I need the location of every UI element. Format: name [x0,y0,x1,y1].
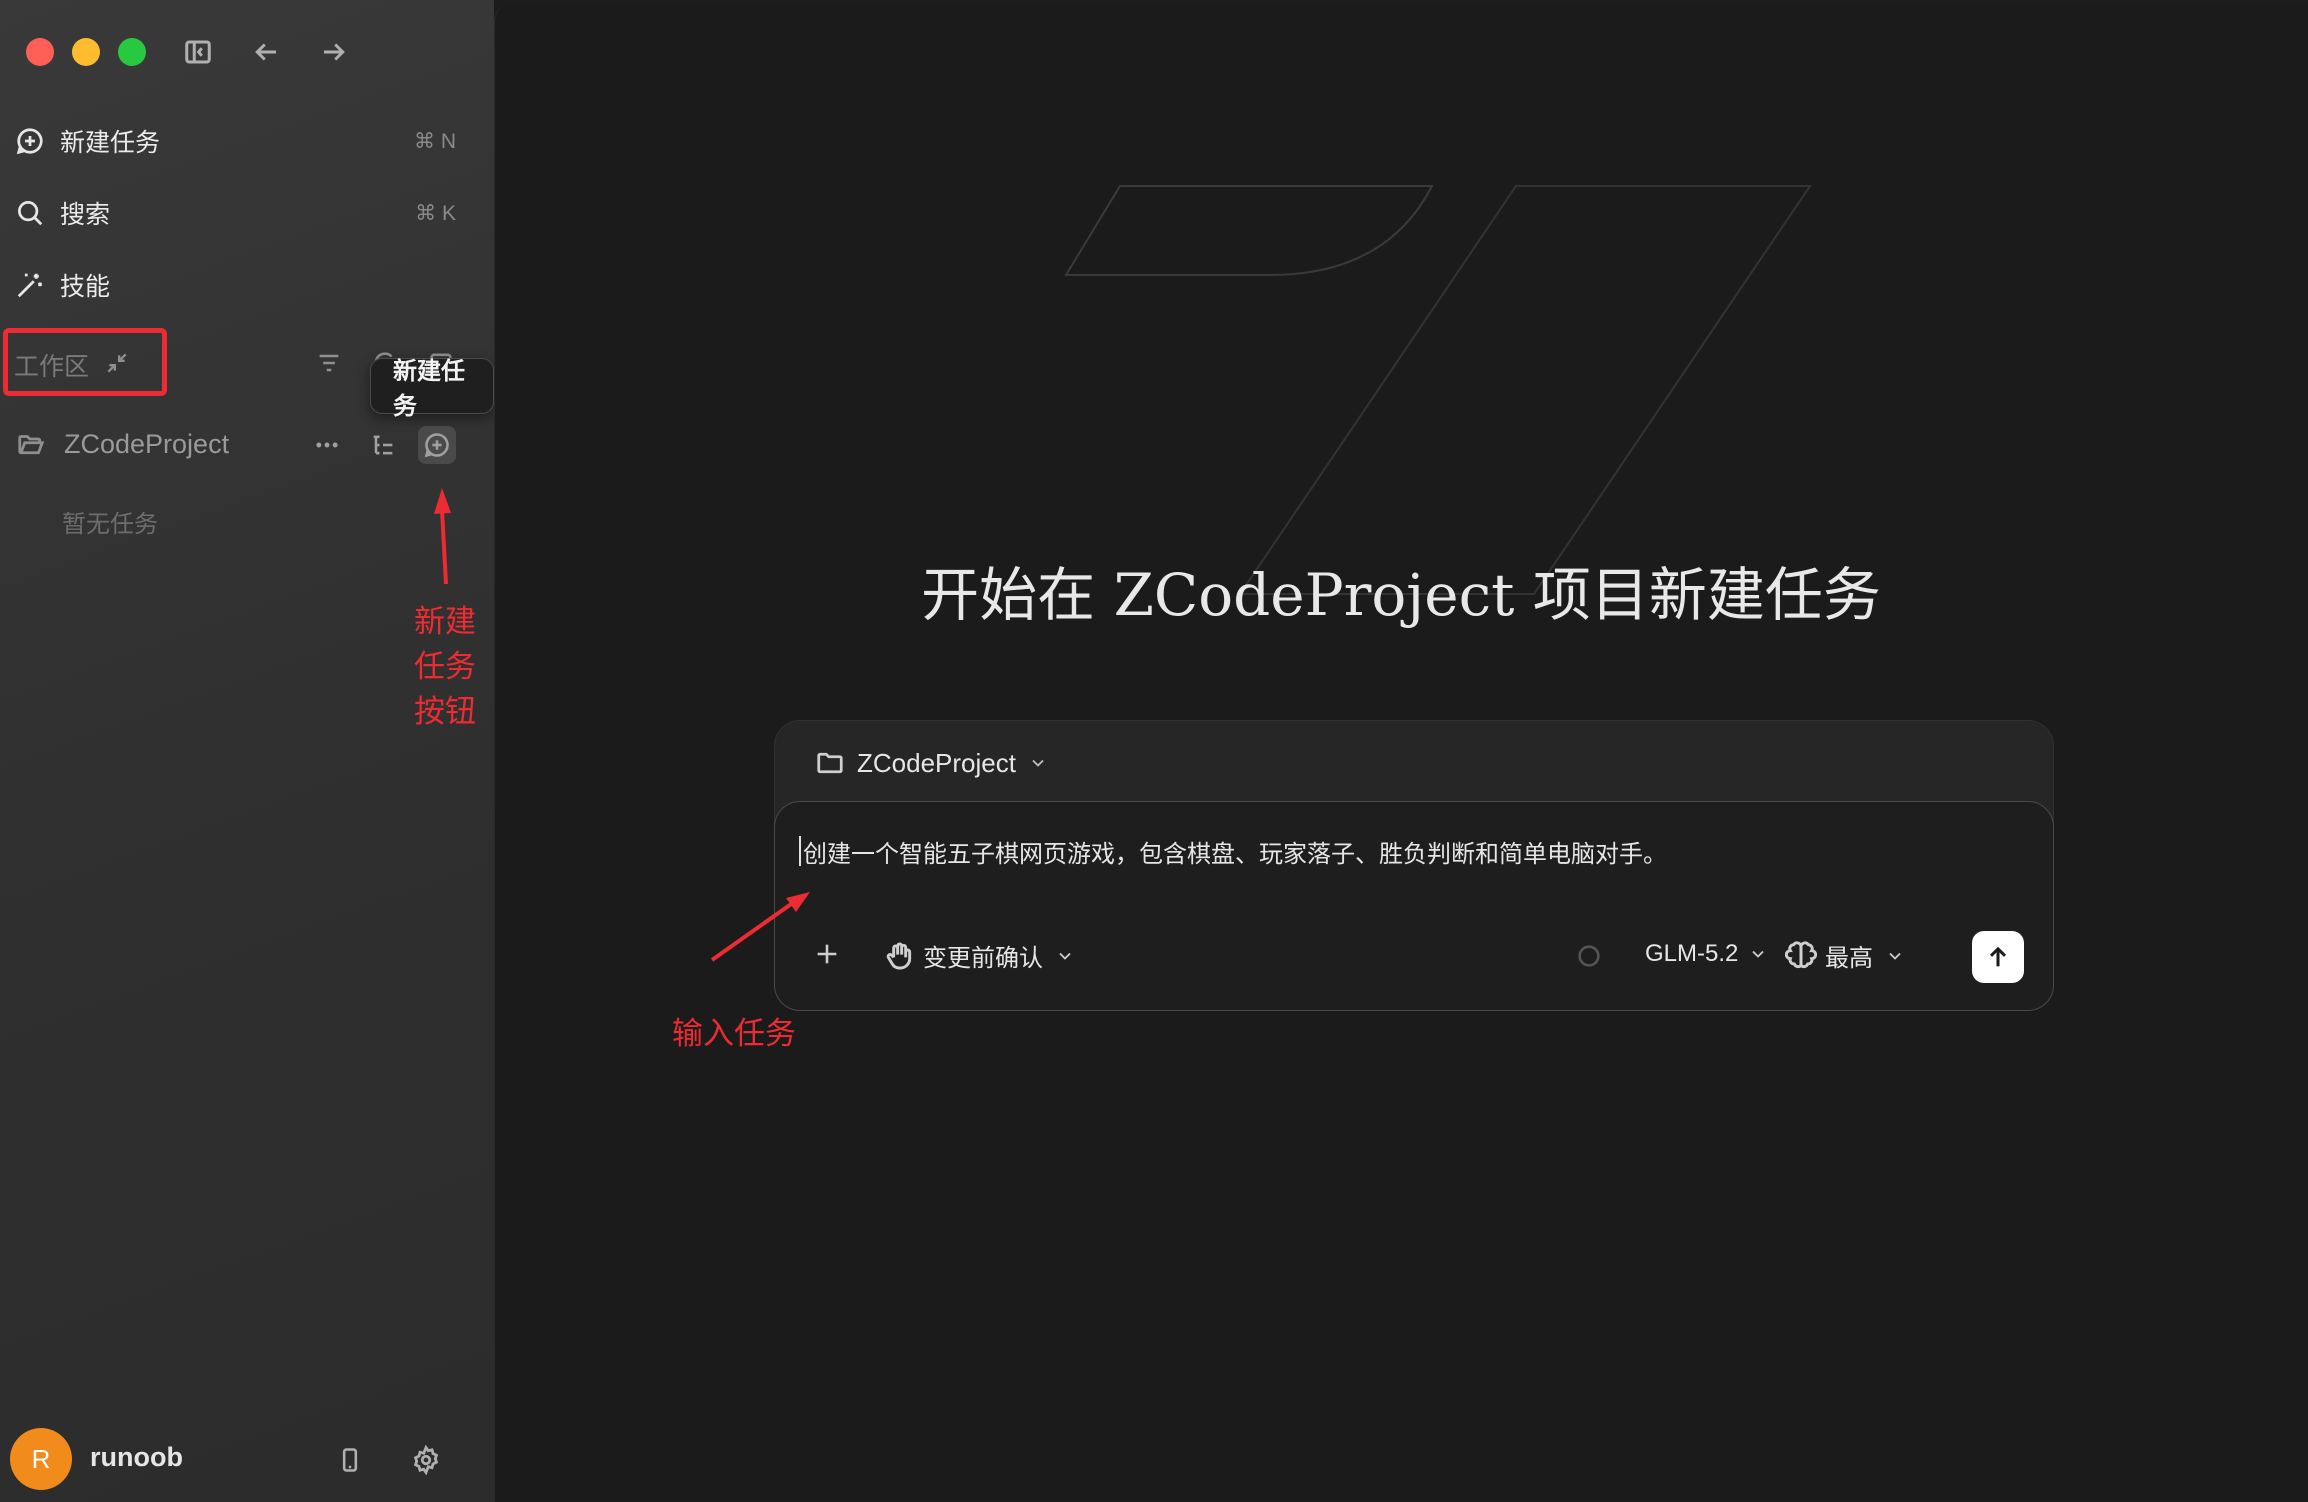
nav-skills-label: 技能 [60,273,111,301]
input-task-annotation: 输入任务 [672,1016,796,1051]
chevron-down-icon [1752,950,1765,958]
toggle-sidebar-icon[interactable] [180,34,216,70]
nav-new-task-label: 新建任务 [60,129,161,157]
empty-task-text: 暂无任务 [62,511,158,538]
project-name: ZCodeProject [64,428,230,459]
new-task-button[interactable] [418,426,456,464]
new-task-button-annotation: 新建任务按钮 [414,604,476,729]
new-task-tooltip: 新建任务 [370,358,494,420]
window-minimize-button[interactable] [72,38,100,66]
window-maximize-button[interactable] [118,38,146,66]
back-arrow-icon[interactable] [248,34,284,70]
nav-search[interactable]: 搜索 ⌘ K [14,185,466,241]
plus-icon [817,944,837,964]
zcode-logo-icon [1064,185,1812,595]
magic-wand-icon [14,269,46,301]
avatar[interactable]: R [10,1428,72,1490]
confirm-mode-label: 变更前确认 [923,945,1043,972]
folder-icon [817,752,843,774]
send-button[interactable] [1972,931,2024,983]
nav-search-shortcut: ⌘ K [415,201,456,225]
composer: ZCodeProject 创建一个智能五子棋网页游戏，包含棋盘、玩家落子、胜负判… [774,720,2054,1011]
user-name: runoob [90,1442,183,1472]
user-row: R runoob [10,1428,480,1492]
chevron-down-icon [1032,759,1044,767]
brain-icon [1785,940,1817,968]
loading-ring-icon [1578,945,1600,967]
search-icon [14,197,46,229]
hand-icon [886,942,912,969]
nav-new-task-shortcut: ⌘ N [414,129,456,153]
project-row[interactable]: ZCodeProject [14,418,466,470]
nav-search-label: 搜索 [60,201,111,229]
text-caret [799,836,801,866]
workspace-label: 工作区 [14,353,90,381]
collapse-icon[interactable] [104,350,130,376]
project-selector[interactable]: ZCodeProject [815,743,1048,783]
sidebar: 新建任务 ⌘ N 搜索 ⌘ K 技能 工作区 新建任务 ZCodeProject… [0,0,494,1502]
task-input-text: 创建一个智能五子棋网页游戏，包含棋盘、玩家落子、胜负判断和简单电脑对手。 [803,841,1667,868]
project-selector-label: ZCodeProject [857,747,1016,778]
tree-view-icon[interactable] [364,426,402,464]
chevron-down-icon [1889,952,1901,960]
confirm-mode-dropdown[interactable]: 变更前确认 [883,938,1075,973]
new-task-icon [14,125,46,157]
arrow-up-icon [1989,946,2007,967]
chevron-down-icon [1059,952,1071,960]
effort-label: 最高 [1825,945,1873,972]
status-indicator [1575,942,1603,970]
folder-open-icon [14,427,48,461]
effort-selector[interactable]: 最高 [1785,938,1905,973]
model-label: GLM-5.2 [1645,940,1739,967]
forward-arrow-icon[interactable] [316,34,352,70]
more-options-icon[interactable] [308,426,346,464]
nav-new-task[interactable]: 新建任务 ⌘ N [14,113,466,169]
nav-skills[interactable]: 技能 [14,257,466,313]
phone-icon[interactable] [332,1442,368,1478]
add-attachment-button[interactable] [813,940,841,968]
window-close-button[interactable] [26,38,54,66]
page-headline: 开始在 ZCodeProject 项目新建任务 [921,561,1881,629]
gear-icon[interactable] [408,1442,444,1478]
task-input[interactable]: 创建一个智能五子棋网页游戏，包含棋盘、玩家落子、胜负判断和简单电脑对手。 变更前… [774,801,2054,1011]
app-window: 新建任务 ⌘ N 搜索 ⌘ K 技能 工作区 新建任务 ZCodeProject… [0,0,2308,1502]
model-selector[interactable]: GLM-5.2 [1645,940,1768,968]
filter-icon[interactable] [312,346,346,380]
